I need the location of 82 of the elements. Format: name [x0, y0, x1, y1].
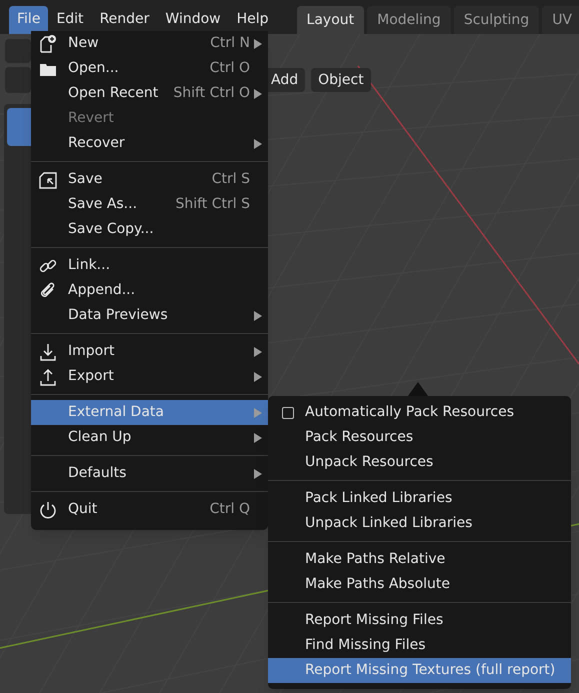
menu-item-label: Open... [68, 59, 119, 78]
workspace-tab[interactable]: Layout [296, 6, 364, 34]
checkbox[interactable] [282, 406, 294, 418]
menu-item-label: Pack Resources [305, 428, 414, 447]
submenu-arrow-icon [254, 372, 262, 382]
menu-item-label: Pack Linked Libraries [305, 489, 452, 508]
save-icon [38, 170, 58, 190]
new-file-icon [38, 34, 58, 54]
menu-item-label: Revert [68, 109, 114, 128]
menu-item-label: New [68, 34, 99, 53]
menu-item[interactable]: Make Paths Relative [268, 547, 571, 572]
menu-item[interactable]: Unpack Resources [268, 450, 571, 475]
shortcut-label: Ctrl Q [210, 500, 250, 519]
menu-item-label: Report Missing Textures (full report) [305, 661, 556, 680]
menu-item[interactable]: Edit [48, 6, 92, 34]
menu-item[interactable]: Make Paths Absolute [268, 572, 571, 597]
menu-item[interactable]: Help [228, 6, 277, 34]
submenu-arrow-icon [254, 310, 262, 320]
menu-item[interactable]: Clean Up [31, 425, 268, 450]
menu-item-label: Defaults [68, 464, 126, 483]
menu-item-label: Import [68, 342, 114, 361]
shortcut-label: Shift Ctrl S [175, 195, 250, 214]
menu-item[interactable]: Report Missing Files [268, 608, 571, 633]
workspace-tab[interactable]: UV [542, 6, 579, 34]
shortcut-label: Shift Ctrl O [173, 84, 250, 103]
menu-item[interactable]: Quit Ctrl Q [31, 497, 268, 522]
menu-item[interactable]: Save Copy... [31, 217, 268, 242]
menu-item-label: Quit [68, 500, 98, 519]
workspace-tab[interactable]: Sculpting [454, 6, 540, 34]
menu-item-label: Unpack Linked Libraries [305, 514, 472, 533]
menu-item[interactable]: Save Ctrl S [31, 167, 268, 192]
menu-item[interactable]: Render [92, 6, 158, 34]
submenu-arrow-icon [254, 468, 262, 478]
submenu-arrow-icon [254, 38, 262, 48]
shortcut-label: Ctrl N [210, 34, 250, 53]
menu-item[interactable]: Append... [31, 278, 268, 303]
menu-item[interactable]: Unpack Linked Libraries [268, 511, 571, 536]
menu-item-label: Make Paths Relative [305, 550, 446, 569]
menu-item[interactable]: Import [31, 339, 268, 364]
menu-item[interactable]: Defaults [31, 461, 268, 486]
submenu-arrow-icon [254, 138, 262, 148]
menu-item[interactable]: Export [31, 364, 268, 389]
submenu-arrow-icon [254, 346, 262, 356]
menu-item-label: Report Missing Files [305, 611, 444, 630]
menu-item-label: Make Paths Absolute [305, 575, 450, 594]
menu-item-label: Link... [68, 256, 110, 275]
shortcut-label: Ctrl O [210, 59, 250, 78]
menu-item[interactable]: Recover [31, 131, 268, 156]
shortcut-label: Ctrl S [212, 170, 250, 189]
menu-item[interactable]: Save As... Shift Ctrl S [31, 192, 268, 217]
menu-item[interactable]: File [9, 6, 48, 34]
menu-item-label: Automatically Pack Resources [305, 403, 514, 422]
menu-item[interactable]: Report Missing Textures (full report) [268, 658, 571, 683]
header-menu-button[interactable]: Object [311, 68, 371, 92]
submenu-arrow-icon [254, 408, 262, 418]
menu-item[interactable]: Pack Resources [268, 425, 571, 450]
menu-item[interactable]: Data Previews [31, 303, 268, 328]
menu-item-label: Open Recent [68, 84, 158, 103]
menu-item[interactable]: Link... [31, 253, 268, 278]
menu-item-label: Save Copy... [68, 220, 154, 239]
menu-item[interactable]: Automatically Pack Resources [268, 400, 571, 425]
menu-item-label: Append... [68, 281, 136, 300]
menu-item[interactable]: External Data [31, 400, 268, 425]
menu-item-label: Recover [68, 134, 125, 153]
menu-item-label: Export [68, 367, 114, 386]
menu-item[interactable]: Find Missing Files [268, 633, 571, 658]
menu-item[interactable]: Window [157, 6, 229, 34]
menu-item[interactable]: Pack Linked Libraries [268, 486, 571, 511]
menu-item-label: Save As... [68, 195, 138, 214]
import-icon [38, 342, 58, 362]
menu-item-label: Save [68, 170, 102, 189]
export-icon [38, 366, 58, 386]
power-icon [38, 500, 58, 520]
menu-item-label: Unpack Resources [305, 453, 434, 472]
menu-item-label: Data Previews [68, 306, 168, 325]
menu-item-label: Clean Up [68, 428, 132, 447]
workspace-tab[interactable]: Modeling [367, 6, 451, 34]
menu-item[interactable]: New Ctrl N [31, 31, 268, 56]
submenu-arrow-icon [254, 88, 262, 98]
menu-item-label: External Data [68, 403, 164, 422]
submenu-arrow-icon [254, 432, 262, 442]
menu-item-label: Find Missing Files [305, 636, 426, 655]
